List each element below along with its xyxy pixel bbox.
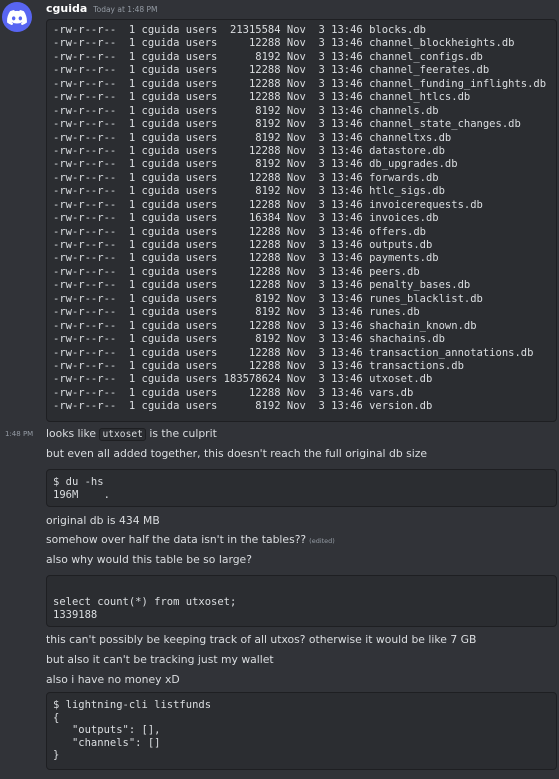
- code-line: select count(*) from utxoset;: [53, 596, 237, 608]
- file-listing-row: -rw-r--r-- 1 cguida users 8192 Nov 3 13:…: [53, 333, 445, 346]
- message-text: somehow over half the data isn't in the …: [46, 533, 307, 546]
- file-listing-row: -rw-r--r-- 1 cguida users 12288 Nov 3 13…: [53, 198, 483, 211]
- message-culprit: looks like utxoset is the culprit: [46, 426, 217, 441]
- code-line: "channels": []: [53, 736, 161, 749]
- file-listing-row: -rw-r--r-- 1 cguida users 8192 Nov 3 13:…: [53, 104, 439, 117]
- file-listing-row: -rw-r--r-- 1 cguida users 12288 Nov 3 13…: [53, 279, 471, 292]
- message-text: is the culprit: [145, 427, 217, 440]
- timestamp[interactable]: Today at 1:48 PM: [93, 5, 157, 14]
- file-listing-row: -rw-r--r-- 1 cguida users 16384 Nov 3 13…: [53, 212, 439, 225]
- code-line: {: [53, 711, 60, 724]
- file-listing-row: -rw-r--r-- 1 cguida users 12288 Nov 3 13…: [53, 239, 433, 251]
- code-line: 196M .: [53, 488, 110, 501]
- file-listing-row: -rw-r--r-- 1 cguida users 8192 Nov 3 13:…: [53, 306, 420, 319]
- message-half-missing: somehow over half the data isn't in the …: [46, 532, 335, 547]
- code-line: 1339188: [53, 608, 98, 621]
- inline-code-utxoset: utxoset: [99, 428, 146, 441]
- file-listing-row: -rw-r--r-- 1 cguida users 12288 Nov 3 13…: [53, 64, 490, 77]
- file-listing-row: -rw-r--r-- 1 cguida users 21315584 Nov 3…: [53, 24, 426, 36]
- avatar[interactable]: [2, 2, 32, 32]
- file-listing-row: -rw-r--r-- 1 cguida users 8192 Nov 3 13:…: [53, 118, 521, 131]
- file-listing-row: -rw-r--r-- 1 cguida users 12288 Nov 3 13…: [53, 346, 534, 359]
- discord-logo-icon: [7, 9, 27, 25]
- file-listing-row: -rw-r--r-- 1 cguida users 8192 Nov 3 13:…: [53, 131, 452, 144]
- code-line: $ lightning-cli listfunds: [53, 699, 212, 711]
- file-listing-row: -rw-r--r-- 1 cguida users 8192 Nov 3 13:…: [53, 185, 445, 198]
- file-listing-row: -rw-r--r-- 1 cguida users 12288 Nov 3 13…: [53, 265, 420, 278]
- ls-output-codeblock: -rw-r--r-- 1 cguida users 21315584 Nov 3…: [46, 19, 557, 422]
- hover-timestamp: 1:48 PM: [5, 430, 34, 438]
- du-output-codeblock: $ du -hs 196M .: [46, 469, 557, 507]
- file-listing-row: -rw-r--r-- 1 cguida users 12288 Nov 3 13…: [53, 77, 547, 90]
- file-listing-row: -rw-r--r-- 1 cguida users 12288 Nov 3 13…: [53, 144, 445, 157]
- file-listing-row: -rw-r--r-- 1 cguida users 183578624 Nov …: [53, 373, 433, 386]
- message-just-wallet: but also it can't be tracking just my wa…: [46, 653, 274, 666]
- file-listing-row: -rw-r--r-- 1 cguida users 12288 Nov 3 13…: [53, 225, 426, 238]
- code-line: "outputs": [],: [53, 724, 161, 736]
- file-listing-row: -rw-r--r-- 1 cguida users 12288 Nov 3 13…: [53, 319, 477, 332]
- file-listing-row: -rw-r--r-- 1 cguida users 12288 Nov 3 13…: [53, 37, 515, 50]
- file-listing-row: -rw-r--r-- 1 cguida users 8192 Nov 3 13:…: [53, 158, 458, 171]
- message-not-full-size: but even all added together, this doesn'…: [46, 447, 428, 460]
- file-listing-row: -rw-r--r-- 1 cguida users 12288 Nov 3 13…: [53, 252, 439, 265]
- message-no-money: also i have no money xD: [46, 673, 180, 686]
- message-original-size: original db is 434 MB: [46, 514, 160, 527]
- file-listing-row: -rw-r--r-- 1 cguida users 12288 Nov 3 13…: [53, 91, 471, 104]
- edited-label: (edited): [309, 537, 335, 545]
- message-text: looks like: [46, 427, 100, 440]
- file-listing-row: -rw-r--r-- 1 cguida users 8192 Nov 3 13:…: [53, 50, 483, 63]
- file-listing-row: -rw-r--r-- 1 cguida users 12288 Nov 3 13…: [53, 359, 464, 372]
- file-listing-row: -rw-r--r-- 1 cguida users 8192 Nov 3 13:…: [53, 292, 483, 305]
- message-header: cguida Today at 1:48 PM: [46, 2, 158, 16]
- file-listing-row: -rw-r--r-- 1 cguida users 12288 Nov 3 13…: [53, 386, 414, 399]
- message-why-large: also why would this table be so large?: [46, 553, 252, 566]
- file-listing-row: -rw-r--r-- 1 cguida users 8192 Nov 3 13:…: [53, 400, 433, 413]
- listfunds-output-codeblock: $ lightning-cli listfunds{ "outputs": []…: [46, 692, 557, 770]
- code-line: $ du -hs: [53, 476, 104, 488]
- username[interactable]: cguida: [46, 2, 87, 15]
- file-listing-row: -rw-r--r-- 1 cguida users 12288 Nov 3 13…: [53, 171, 439, 184]
- message-all-utxos: this can't possibly be keeping track of …: [46, 633, 477, 646]
- sql-output-codeblock: select count(*) from utxoset; 1339188: [46, 575, 557, 627]
- code-line: }: [53, 749, 60, 761]
